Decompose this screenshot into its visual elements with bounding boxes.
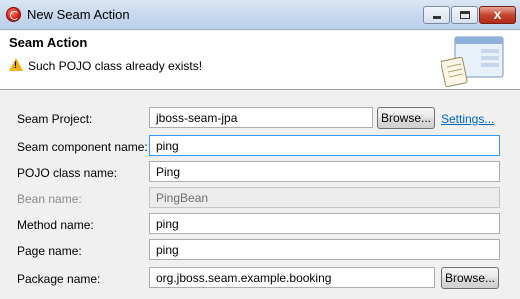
seam-component-name-label: Seam component name: bbox=[17, 140, 148, 154]
settings-link[interactable]: Settings... bbox=[441, 112, 494, 126]
package-name-browse-button[interactable]: Browse... bbox=[441, 267, 499, 289]
wizard-message: Such POJO class already exists! bbox=[28, 59, 203, 73]
wizard-banner-image bbox=[441, 36, 504, 87]
seam-project-browse-button[interactable]: Browse... bbox=[377, 107, 435, 129]
window-titlebar: New Seam Action x bbox=[0, 0, 520, 30]
close-icon: x bbox=[493, 6, 502, 22]
seam-app-icon bbox=[6, 7, 21, 22]
seam-component-name-field[interactable]: ping bbox=[149, 135, 500, 156]
page-name-field[interactable]: ping bbox=[149, 239, 500, 260]
bean-name-field: PingBean bbox=[149, 187, 500, 208]
seam-project-label: Seam Project: bbox=[17, 112, 93, 126]
wizard-banner: Seam Action ! Such POJO class already ex… bbox=[0, 31, 520, 90]
seam-project-field[interactable]: jboss-seam-jpa bbox=[149, 107, 373, 128]
window-title: New Seam Action bbox=[27, 7, 130, 22]
wizard-page-title: Seam Action bbox=[9, 35, 88, 50]
package-name-label: Package name: bbox=[17, 272, 101, 286]
package-name-field[interactable]: org.jboss.seam.example.booking bbox=[149, 267, 435, 288]
close-button[interactable]: x bbox=[479, 6, 516, 24]
page-name-label: Page name: bbox=[17, 244, 82, 258]
minimize-icon bbox=[433, 16, 441, 19]
pojo-class-name-field[interactable]: Ping bbox=[149, 161, 500, 182]
bean-name-label: Bean name: bbox=[17, 192, 82, 206]
maximize-button[interactable] bbox=[451, 6, 478, 24]
maximize-icon bbox=[460, 11, 470, 19]
minimize-button[interactable] bbox=[423, 6, 450, 24]
pojo-class-name-label: POJO class name: bbox=[17, 166, 118, 180]
method-name-field[interactable]: ping bbox=[149, 213, 500, 234]
method-name-label: Method name: bbox=[17, 218, 94, 232]
warning-icon: ! bbox=[9, 58, 23, 71]
